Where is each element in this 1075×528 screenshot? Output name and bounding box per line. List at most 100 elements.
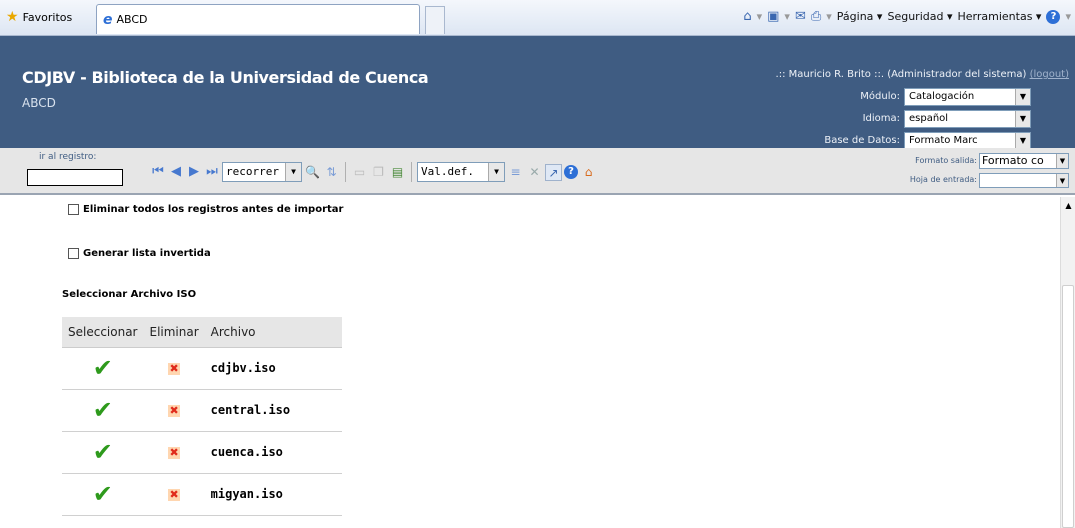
first-record-icon[interactable]: ⏮ xyxy=(150,164,166,180)
language-select-value: español xyxy=(909,113,949,124)
table-header-row: Seleccionar Eliminar Archivo xyxy=(62,317,342,348)
database-select-value: Formato Marc xyxy=(909,135,978,146)
favorites-label: Favoritos xyxy=(22,10,73,24)
home-icon[interactable]: ⌂ xyxy=(743,9,751,24)
column-header-delete: Eliminar xyxy=(143,317,205,348)
mail-icon[interactable]: ✉ xyxy=(795,9,806,24)
stats-icon[interactable]: ↗ xyxy=(545,163,562,181)
table-row: ✔ ✖ cdjbv.iso xyxy=(62,346,342,390)
select-check-icon[interactable]: ✔ xyxy=(93,354,113,382)
select-cell: ✔ xyxy=(62,430,144,474)
feeds-dropdown-icon[interactable]: ▾ xyxy=(784,10,790,23)
delete-x-icon[interactable]: ✖ xyxy=(168,404,181,417)
scrollbar-thumb[interactable] xyxy=(1062,285,1074,528)
entry-sheet-select[interactable]: ▼ xyxy=(979,173,1069,188)
module-label: Módulo: xyxy=(860,91,900,102)
goto-record-label: ir al registro: xyxy=(39,152,97,162)
search-icon[interactable]: 🔍 xyxy=(304,164,321,181)
print-icon[interactable]: ⎙ xyxy=(811,9,821,24)
section-title: Seleccionar Archivo ISO xyxy=(62,289,197,300)
security-menu-label: Seguridad xyxy=(887,10,944,23)
delete-x-icon[interactable]: ✖ xyxy=(168,488,181,501)
ie-page-icon: e xyxy=(103,11,113,28)
language-select[interactable]: español ▼ xyxy=(904,110,1031,128)
last-record-icon[interactable]: ⏭ xyxy=(204,164,220,180)
app-header: CDJBV - Biblioteca de la Universidad de … xyxy=(0,36,1075,150)
module-select[interactable]: Catalogación ▼ xyxy=(904,88,1031,106)
chevron-down-icon: ▼ xyxy=(1056,154,1068,168)
output-format-select[interactable]: Formato co ▼ xyxy=(979,153,1069,169)
security-menu[interactable]: Seguridad ▾ xyxy=(887,10,952,23)
delete-cell: ✖ xyxy=(143,388,205,432)
home-icon[interactable]: ⌂ xyxy=(580,164,597,181)
chevron-down-icon: ▼ xyxy=(285,163,301,181)
table-row: ✔ ✖ cuenca.iso xyxy=(62,430,342,474)
new-tab-button[interactable] xyxy=(425,6,445,34)
command-bar: ⌂ ▾ ▣ ▾ ✉ ⎙ ▾ Página ▾ Seguridad ▾ Herramie… xyxy=(743,9,1071,24)
chevron-down-icon: ▼ xyxy=(1015,133,1030,149)
select-check-icon[interactable]: ✔ xyxy=(93,480,113,508)
select-check-icon[interactable]: ✔ xyxy=(93,396,113,424)
browser-tab-abcd[interactable]: e ABCD xyxy=(96,4,420,34)
logout-link[interactable]: (logout) xyxy=(1030,69,1069,80)
tools-icon[interactable]: ✕ xyxy=(526,164,543,181)
entry-sheet-label: Hoja de entrada: xyxy=(909,175,977,184)
page-menu[interactable]: Página ▾ xyxy=(837,10,883,23)
column-header-file: Archivo xyxy=(204,317,342,348)
goto-record-input[interactable] xyxy=(27,169,123,186)
inverted-list-label: Generar lista invertida xyxy=(83,248,211,259)
print-dropdown-icon[interactable]: ▾ xyxy=(826,10,832,23)
navigation-group: ⏮ ◀ ▶ ⏭ recorrer ▼ 🔍 ⇅ ▭ ❐ ▤ Val.def. ▼ … xyxy=(150,161,597,183)
table-row: ✔ ✖ central.iso xyxy=(62,388,342,432)
scroll-up-icon[interactable]: ▲ xyxy=(1061,201,1075,213)
help-icon[interactable]: ? xyxy=(1046,9,1061,24)
copy-record-icon[interactable]: ❐ xyxy=(370,164,387,181)
delete-cell: ✖ xyxy=(143,472,205,516)
list-icon[interactable]: ≡ xyxy=(507,164,524,181)
file-name: migyan.iso xyxy=(204,472,342,516)
new-record-icon[interactable]: ▭ xyxy=(351,164,368,181)
toolbar-divider xyxy=(411,162,412,182)
delete-all-option[interactable]: Eliminar todos los registros antes de im… xyxy=(68,204,343,215)
delete-x-icon[interactable]: ✖ xyxy=(168,446,181,459)
select-cell: ✔ xyxy=(62,346,144,390)
delete-all-checkbox[interactable] xyxy=(68,204,79,215)
import-panel: Eliminar todos los registros antes de im… xyxy=(0,197,1060,528)
vertical-scrollbar[interactable]: ▲ xyxy=(1060,197,1075,528)
home-dropdown-icon[interactable]: ▾ xyxy=(757,10,763,23)
help-dropdown-icon[interactable]: ▾ xyxy=(1065,10,1071,23)
user-name: .:: Mauricio R. Brito ::. (Administrador… xyxy=(775,69,1027,80)
favorites-button[interactable]: ★ Favoritos xyxy=(6,9,72,25)
browser-tab-title: ABCD xyxy=(116,13,148,26)
chevron-down-icon: ▼ xyxy=(1056,174,1068,187)
record-toolbar: ir al registro: ⏮ ◀ ▶ ⏭ recorrer ▼ 🔍 ⇅ ▭… xyxy=(0,148,1075,195)
delete-cell: ✖ xyxy=(143,346,205,390)
column-header-select: Seleccionar xyxy=(62,317,144,348)
previous-record-icon[interactable]: ◀ xyxy=(168,164,184,180)
delete-x-icon[interactable]: ✖ xyxy=(168,362,181,375)
next-record-icon[interactable]: ▶ xyxy=(186,164,202,180)
user-info: .:: Mauricio R. Brito ::. (Administrador… xyxy=(776,69,1069,80)
inverted-list-checkbox[interactable] xyxy=(68,248,79,259)
select-cell: ✔ xyxy=(62,472,144,516)
inverted-list-option[interactable]: Generar lista invertida xyxy=(68,248,211,259)
import-icon[interactable]: ▤ xyxy=(389,164,406,181)
select-check-icon[interactable]: ✔ xyxy=(93,438,113,466)
select-cell: ✔ xyxy=(62,388,144,432)
default-values-select[interactable]: Val.def. ▼ xyxy=(417,162,505,182)
app-title: CDJBV - Biblioteca de la Universidad de … xyxy=(22,68,429,87)
sort-icon[interactable]: ⇅ xyxy=(323,164,340,181)
app-subtitle: ABCD xyxy=(22,96,56,110)
tools-menu[interactable]: Herramientas ▾ xyxy=(958,10,1042,23)
chevron-down-icon: ▼ xyxy=(1015,111,1030,127)
file-name: central.iso xyxy=(204,388,342,432)
table-row: ✔ ✖ migyan.iso xyxy=(62,472,342,516)
browse-select[interactable]: recorrer ▼ xyxy=(222,162,302,182)
output-format-label: Formato salida: xyxy=(915,156,977,165)
help-icon[interactable]: ? xyxy=(564,165,578,179)
module-select-value: Catalogación xyxy=(909,91,975,102)
database-label: Base de Datos: xyxy=(824,135,900,146)
toolbar-divider xyxy=(345,162,346,182)
feeds-icon[interactable]: ▣ xyxy=(767,9,779,24)
browser-favorites-bar: ★ Favoritos e ABCD ⌂ ▾ ▣ ▾ ✉ ⎙ ▾ Página ▾ S… xyxy=(0,0,1075,36)
